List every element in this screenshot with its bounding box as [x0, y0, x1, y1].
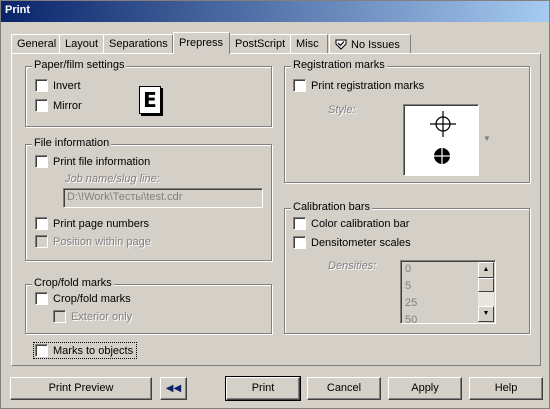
checkbox-box[interactable] — [293, 79, 306, 92]
page-preview-icon: E — [139, 86, 161, 114]
tab-layout[interactable]: Layout — [59, 34, 104, 53]
help-button[interactable]: Help — [469, 377, 543, 400]
mirror-checkbox[interactable]: Mirror — [35, 99, 82, 112]
densities-list[interactable]: 0 5 25 50 ▲ ▼ — [400, 260, 496, 324]
tab-no-issues[interactable]: No Issues — [329, 34, 411, 53]
checkbox-box[interactable] — [293, 236, 306, 249]
position-within-page-checkbox[interactable]: Position within page — [35, 235, 151, 248]
marks-to-objects-checkbox[interactable]: Marks to objects — [32, 342, 138, 359]
crosshair-mark-icon — [430, 111, 456, 140]
checkbox-box[interactable] — [35, 235, 48, 248]
checkbox-box[interactable] — [293, 217, 306, 230]
tab-misc[interactable]: Misc — [290, 34, 328, 53]
tab-general[interactable]: General — [11, 34, 60, 53]
checkbox-box[interactable] — [35, 99, 48, 112]
filled-target-mark-icon — [433, 147, 451, 168]
registration-style-preview[interactable] — [403, 104, 479, 176]
color-calibration-bar-checkbox[interactable]: Color calibration bar — [293, 217, 409, 230]
group-title: Registration marks — [291, 59, 387, 71]
checkbox-box[interactable] — [35, 292, 48, 305]
tab-postscript[interactable]: PostScript — [229, 34, 291, 53]
group-title: File information — [32, 137, 112, 149]
checkbox-box[interactable] — [53, 310, 66, 323]
checkbox-box[interactable] — [35, 79, 48, 92]
print-page-numbers-checkbox[interactable]: Print page numbers — [35, 217, 149, 230]
densities-label: Densities: — [328, 260, 377, 272]
job-name-field[interactable]: D:\!Work\Тесты\test.cdr — [63, 188, 263, 208]
double-left-arrow-icon: ◀◀ — [165, 383, 182, 394]
densitometer-scales-checkbox[interactable]: Densitometer scales — [293, 236, 411, 249]
apply-button[interactable]: Apply — [388, 377, 462, 400]
scroll-thumb[interactable] — [478, 278, 494, 292]
window-title: Print — [5, 4, 31, 16]
checkbox-box[interactable] — [35, 155, 48, 168]
print-dialog: Print General Layout Separations Prepres… — [0, 0, 550, 409]
checkbox-box[interactable] — [35, 344, 48, 357]
cancel-button[interactable]: Cancel — [307, 377, 381, 400]
print-preview-button[interactable]: Print Preview — [10, 377, 152, 400]
scroll-down-icon[interactable]: ▼ — [478, 306, 494, 322]
job-name-label: Job name/slug line: — [65, 173, 160, 185]
exterior-only-checkbox[interactable]: Exterior only — [53, 310, 132, 323]
issues-icon — [335, 38, 347, 53]
invert-checkbox[interactable]: Invert — [35, 79, 81, 92]
densities-scrollbar[interactable]: ▲ ▼ — [478, 262, 494, 322]
print-button[interactable]: Print — [225, 376, 301, 401]
tab-separations[interactable]: Separations — [103, 34, 173, 53]
tab-prepress[interactable]: Prepress — [173, 32, 230, 54]
title-bar: Print — [1, 1, 549, 22]
style-label: Style: — [328, 104, 356, 116]
group-title: Crop/fold marks — [32, 277, 114, 289]
checkbox-box[interactable] — [35, 217, 48, 230]
crop-fold-marks-checkbox[interactable]: Crop/fold marks — [35, 292, 131, 305]
group-title: Calibration bars — [291, 201, 373, 213]
print-registration-marks-checkbox[interactable]: Print registration marks — [293, 79, 424, 92]
scroll-up-icon[interactable]: ▲ — [478, 262, 494, 278]
print-file-info-checkbox[interactable]: Print file information — [35, 155, 150, 168]
style-dropdown-arrow-icon[interactable]: ▼ — [483, 134, 491, 143]
group-title: Paper/film settings — [32, 59, 127, 71]
collapse-preview-button[interactable]: ◀◀ — [160, 377, 187, 400]
